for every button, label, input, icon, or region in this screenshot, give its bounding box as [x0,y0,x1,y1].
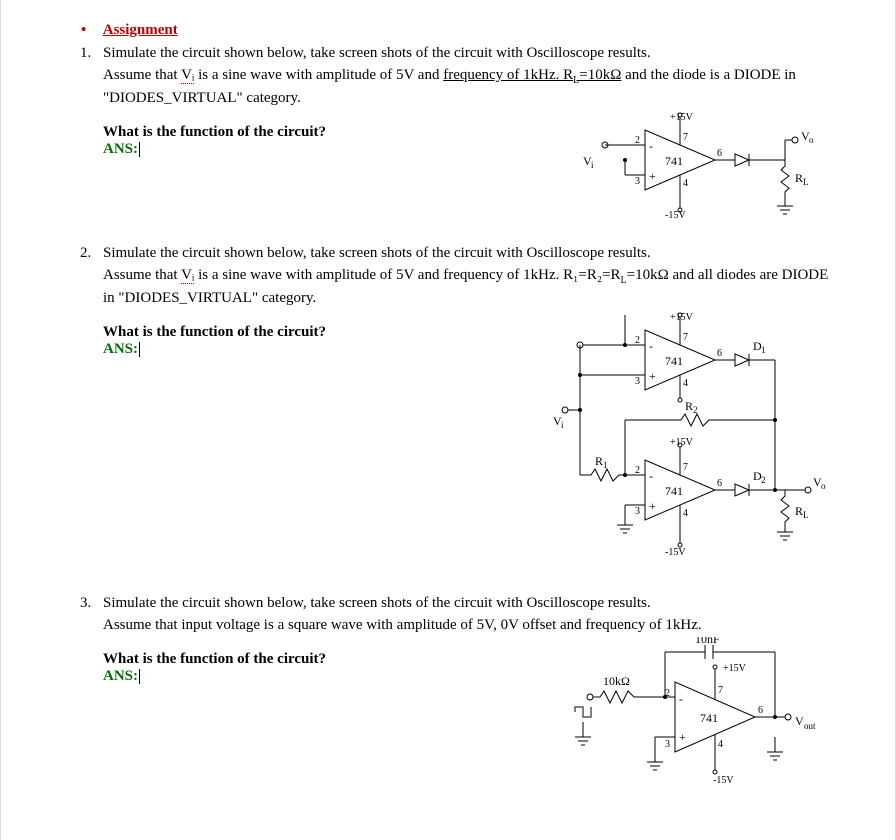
text-cursor-icon [139,142,140,157]
bullet-icon: • [81,22,99,39]
svg-text:4: 4 [683,178,688,189]
svg-text:+15V: +15V [670,437,694,448]
svg-text:+: + [649,369,656,383]
svg-text:+15V: +15V [670,112,694,123]
svg-text:2: 2 [635,465,640,476]
q2-line1: Simulate the circuit shown below, take s… [103,245,651,261]
svg-text:R: R [685,399,693,413]
page: • Assignment Simulate the circuit shown … [0,0,896,840]
svg-text:7: 7 [718,685,723,696]
svg-text:3: 3 [635,176,640,187]
heading-row: • Assignment [81,22,835,39]
q1-ans-row: ANS: [103,141,559,158]
q1-ans-label: ANS: [103,141,138,157]
q1-intro: Simulate the circuit shown below, take s… [103,43,835,110]
text-cursor-icon [139,669,140,684]
svg-text:3: 3 [635,506,640,517]
q2-prompt: What is the function of the circuit? [103,324,509,341]
svg-text:R: R [795,504,803,518]
svg-text:1: 1 [603,460,608,470]
question-2: Simulate the circuit shown below, take s… [95,243,835,575]
svg-text:7: 7 [683,132,688,143]
svg-text:1: 1 [761,345,766,355]
svg-text:3: 3 [665,739,670,750]
svg-text:o: o [821,481,826,491]
svg-text:6: 6 [717,148,722,159]
svg-text:4: 4 [683,378,688,389]
svg-text:-15V: -15V [665,547,686,558]
q3-intro: Simulate the circuit shown below, take s… [103,593,835,637]
q2-vi: Vᵢ [181,267,194,284]
question-3: Simulate the circuit shown below, take s… [95,593,835,802]
svg-text:4: 4 [683,508,688,519]
svg-text:3: 3 [635,376,640,387]
svg-text:-: - [649,469,653,483]
q3-line1: Simulate the circuit shown below, take s… [103,595,651,611]
svg-text:+15V: +15V [723,663,747,674]
q2-ans-row: ANS: [103,341,509,358]
question-1: Simulate the circuit shown below, take s… [95,43,835,225]
svg-text:10kΩ: 10kΩ [603,674,630,688]
text-cursor-icon [139,342,140,357]
svg-text:6: 6 [717,478,722,489]
assignment-heading: Assignment [103,22,178,38]
svg-text:-15V: -15V [713,775,734,786]
question-list: Simulate the circuit shown below, take s… [95,43,835,802]
q2-circuit-diagram: 741 - + 2 3 7 +15V 4 [525,310,835,575]
svg-text:L: L [803,510,809,520]
svg-text:i: i [591,160,594,170]
q1-line2a: Assume that [103,67,181,83]
svg-text:+: + [649,499,656,513]
q2-line2b: is a sine wave with amplitude of 5V and … [194,267,620,283]
svg-text:10nF: 10nF [695,637,720,646]
q3-circuit-diagram: 10nF 741 - + 2 3 10kΩ [555,637,835,802]
q2-intro: Simulate the circuit shown below, take s… [103,243,835,310]
q3-ans-row: ANS: [103,668,539,685]
svg-text:741: 741 [700,711,718,725]
svg-text:+: + [679,730,686,744]
svg-text:6: 6 [717,348,722,359]
svg-text:L: L [803,177,809,187]
svg-text:2: 2 [693,405,698,415]
q1-circuit-diagram: 741 2 3 - + V i [575,110,835,225]
q1-vi: Vᵢ [181,67,194,84]
svg-text:-: - [649,339,653,353]
svg-text:741: 741 [665,354,683,368]
svg-text:R: R [595,454,603,468]
q3-ans-label: ANS: [103,668,138,684]
svg-text:+: + [649,169,656,183]
q2-ans-label: ANS: [103,341,138,357]
opamp-label: 741 [665,154,683,168]
svg-text:7: 7 [683,332,688,343]
q1-prompt: What is the function of the circuit? [103,124,559,141]
svg-text:out: out [804,721,816,731]
svg-text:2: 2 [761,475,766,485]
svg-text:741: 741 [665,484,683,498]
q1-line2b: is a sine wave with amplitude of 5V and [194,67,443,83]
svg-text:-15V: -15V [665,210,686,220]
q3-prompt: What is the function of the circuit? [103,651,539,668]
q1-linkpart: frequency of 1kHz. RL=10kΩ [443,67,621,83]
svg-text:o: o [809,135,814,145]
svg-text:-: - [649,139,653,153]
svg-text:6: 6 [758,705,763,716]
svg-text:7: 7 [683,462,688,473]
svg-text:2: 2 [635,135,640,146]
svg-text:4: 4 [718,739,723,750]
q2-line2a: Assume that [103,267,181,283]
svg-text:i: i [561,420,564,430]
svg-text:-: - [679,692,683,706]
svg-text:V: V [795,714,804,728]
svg-text:2: 2 [635,335,640,346]
svg-text:+15V: +15V [670,312,694,323]
svg-text:R: R [795,171,803,185]
q3-line2: Assume that input voltage is a square wa… [103,617,702,633]
q1-line1: Simulate the circuit shown below, take s… [103,45,651,61]
